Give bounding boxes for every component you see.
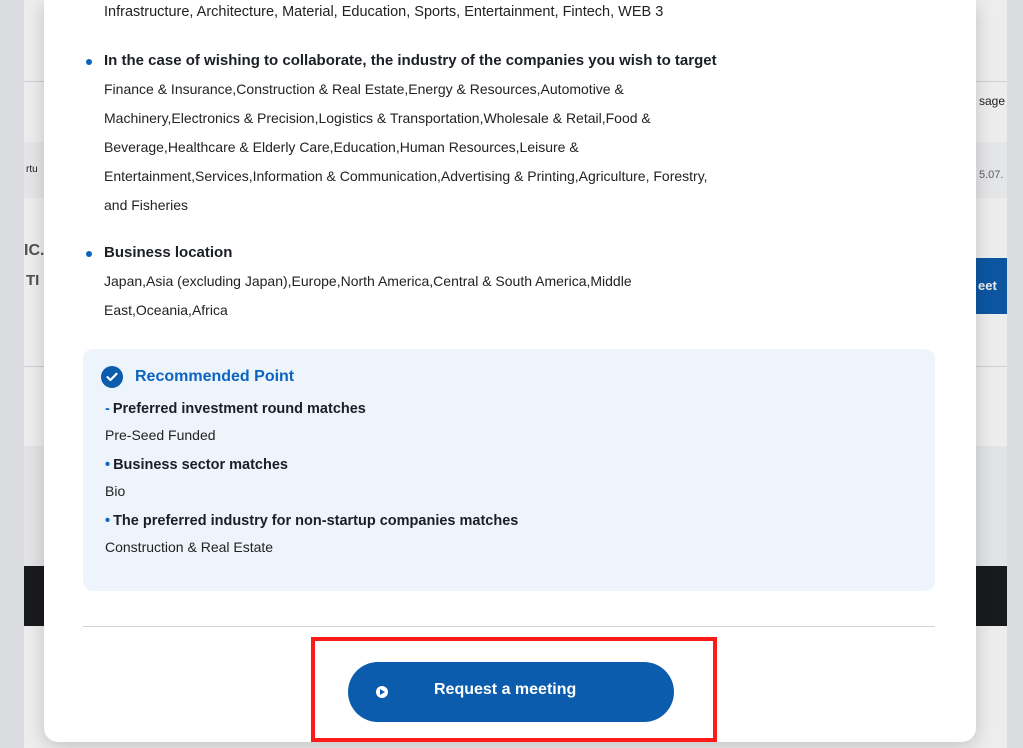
industries-line: and Fisheries (104, 197, 189, 213)
collaboration-target-heading: In the case of wishing to collaborate, t… (86, 50, 916, 72)
location-line: Japan,Asia (excluding Japan),Europe,Nort… (104, 273, 632, 289)
recommended-point-label-text: Business sector matches (113, 457, 288, 473)
footer-divider (83, 626, 935, 627)
business-location-section: Business location Japan,Asia (excluding … (86, 242, 916, 325)
request-meeting-button-label: Request a meeting (434, 681, 577, 698)
dot-marker: • (105, 513, 111, 529)
recommended-point-value: Bio (105, 483, 126, 499)
industries-line: Entertainment,Services,Information & Com… (104, 168, 708, 184)
industries-line: Finance & Insurance,Construction & Real … (104, 81, 624, 97)
modal-dialog: Infrastructure, Architecture, Material, … (44, 0, 976, 742)
recommended-point-label: • The preferred industry for non-startup … (105, 511, 905, 531)
recommended-point-title: Recommended Point (101, 366, 294, 388)
location-line: East,Oceania,Africa (104, 302, 228, 318)
check-circle-icon (101, 366, 123, 388)
collaboration-target-section: In the case of wishing to collaborate, t… (86, 50, 916, 220)
arrow-circle-right-icon (376, 686, 388, 698)
recommended-point-box: Recommended Point - Preferred investment … (83, 349, 935, 591)
bullet-dot-icon (86, 251, 92, 257)
recommended-point-value: Construction & Real Estate (105, 539, 274, 555)
business-location-heading: Business location (86, 242, 916, 264)
business-location-values: Japan,Asia (excluding Japan),Europe,Nort… (86, 267, 916, 325)
dot-marker: • (105, 457, 111, 473)
dash-marker: - (105, 401, 110, 417)
recommended-point-list: - Preferred investment round matches Pre-… (105, 399, 905, 567)
recommended-point-value: Pre-Seed Funded (105, 427, 216, 443)
bullet-dot-icon (86, 59, 92, 65)
recommended-point-label-text: The preferred industry for non-startup c… (113, 513, 519, 529)
industries-line: Machinery,Electronics & Precision,Logist… (104, 110, 651, 126)
recommended-point-label: - Preferred investment round matches (105, 399, 905, 419)
recommended-point-item: • The preferred industry for non-startup … (105, 511, 905, 558)
industries-line: Beverage,Healthcare & Elderly Care,Educa… (104, 139, 579, 155)
recommended-point-item: • Business sector matches Bio (105, 455, 905, 502)
request-meeting-button[interactable]: Request a meeting (348, 662, 674, 722)
business-location-heading-text: Business location (104, 244, 233, 261)
recommended-point-label-text: Preferred investment round matches (112, 401, 366, 417)
collaboration-target-industries: Finance & Insurance,Construction & Real … (86, 75, 916, 220)
recommended-point-item: - Preferred investment round matches Pre-… (105, 399, 905, 446)
recommended-point-title-text: Recommended Point (135, 368, 295, 385)
target-industries-text: Infrastructure, Architecture, Material, … (104, 4, 664, 20)
collaboration-target-heading-text: In the case of wishing to collaborate, t… (104, 52, 717, 69)
recommended-point-label: • Business sector matches (105, 455, 905, 475)
